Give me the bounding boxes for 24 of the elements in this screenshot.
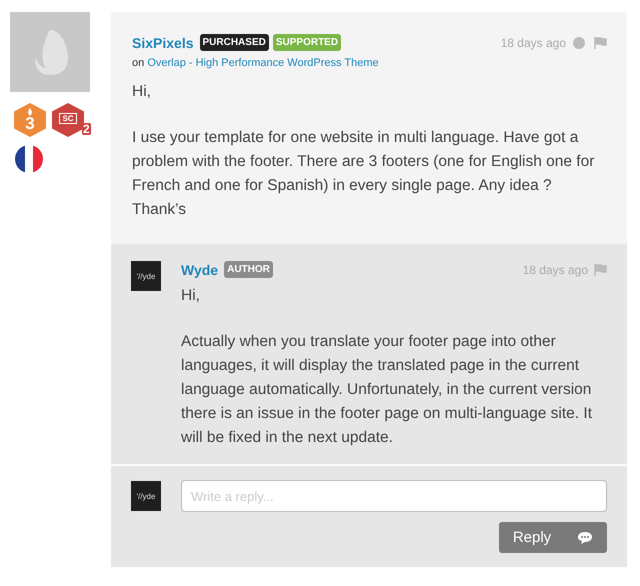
on-label: on bbox=[132, 57, 144, 69]
reply-text: Hi, bbox=[181, 286, 201, 306]
achievement-badge: SC bbox=[52, 103, 84, 137]
status-dot-icon bbox=[573, 36, 585, 48]
status-tag: SUPPORTED bbox=[272, 34, 342, 51]
flag-icon[interactable] bbox=[594, 264, 607, 276]
user-avatar: '//yde bbox=[131, 481, 161, 511]
achievement-badge: 3 bbox=[14, 103, 46, 137]
status-tag: AUTHOR bbox=[224, 261, 273, 278]
badge-count: 2 bbox=[82, 123, 91, 135]
reply-text: Actually when you translate your footer page into other languages, it will display the translated page in the current language automatically. Unfortunately, in the current version there is an issue in the footer page on multi-language site. It will be fixed in the next update. bbox=[181, 332, 593, 448]
author-link[interactable]: SixPixels bbox=[132, 34, 194, 50]
author-link[interactable]: Wyde bbox=[181, 262, 218, 278]
timestamp: 18 days ago bbox=[522, 262, 588, 276]
reply-button[interactable]: Reply bbox=[499, 522, 607, 553]
status-tag: PURCHASED bbox=[200, 34, 269, 51]
timestamp: 18 days ago bbox=[500, 36, 566, 50]
comment-text: Hi, bbox=[132, 82, 152, 102]
comment-text: I use your template for one website in multi language. Have got a problem with the footer. There are 3 footers (one for English one for French and one for Spanish) in every single page. Any idea ? Thank’s bbox=[132, 128, 596, 220]
item-link[interactable]: Overlap - High Performance WordPress Theme bbox=[147, 57, 379, 69]
chat-icon bbox=[577, 530, 594, 544]
france-flag-icon bbox=[15, 145, 43, 173]
author-avatar: '//yde bbox=[131, 261, 161, 291]
flag-icon[interactable] bbox=[594, 36, 607, 48]
